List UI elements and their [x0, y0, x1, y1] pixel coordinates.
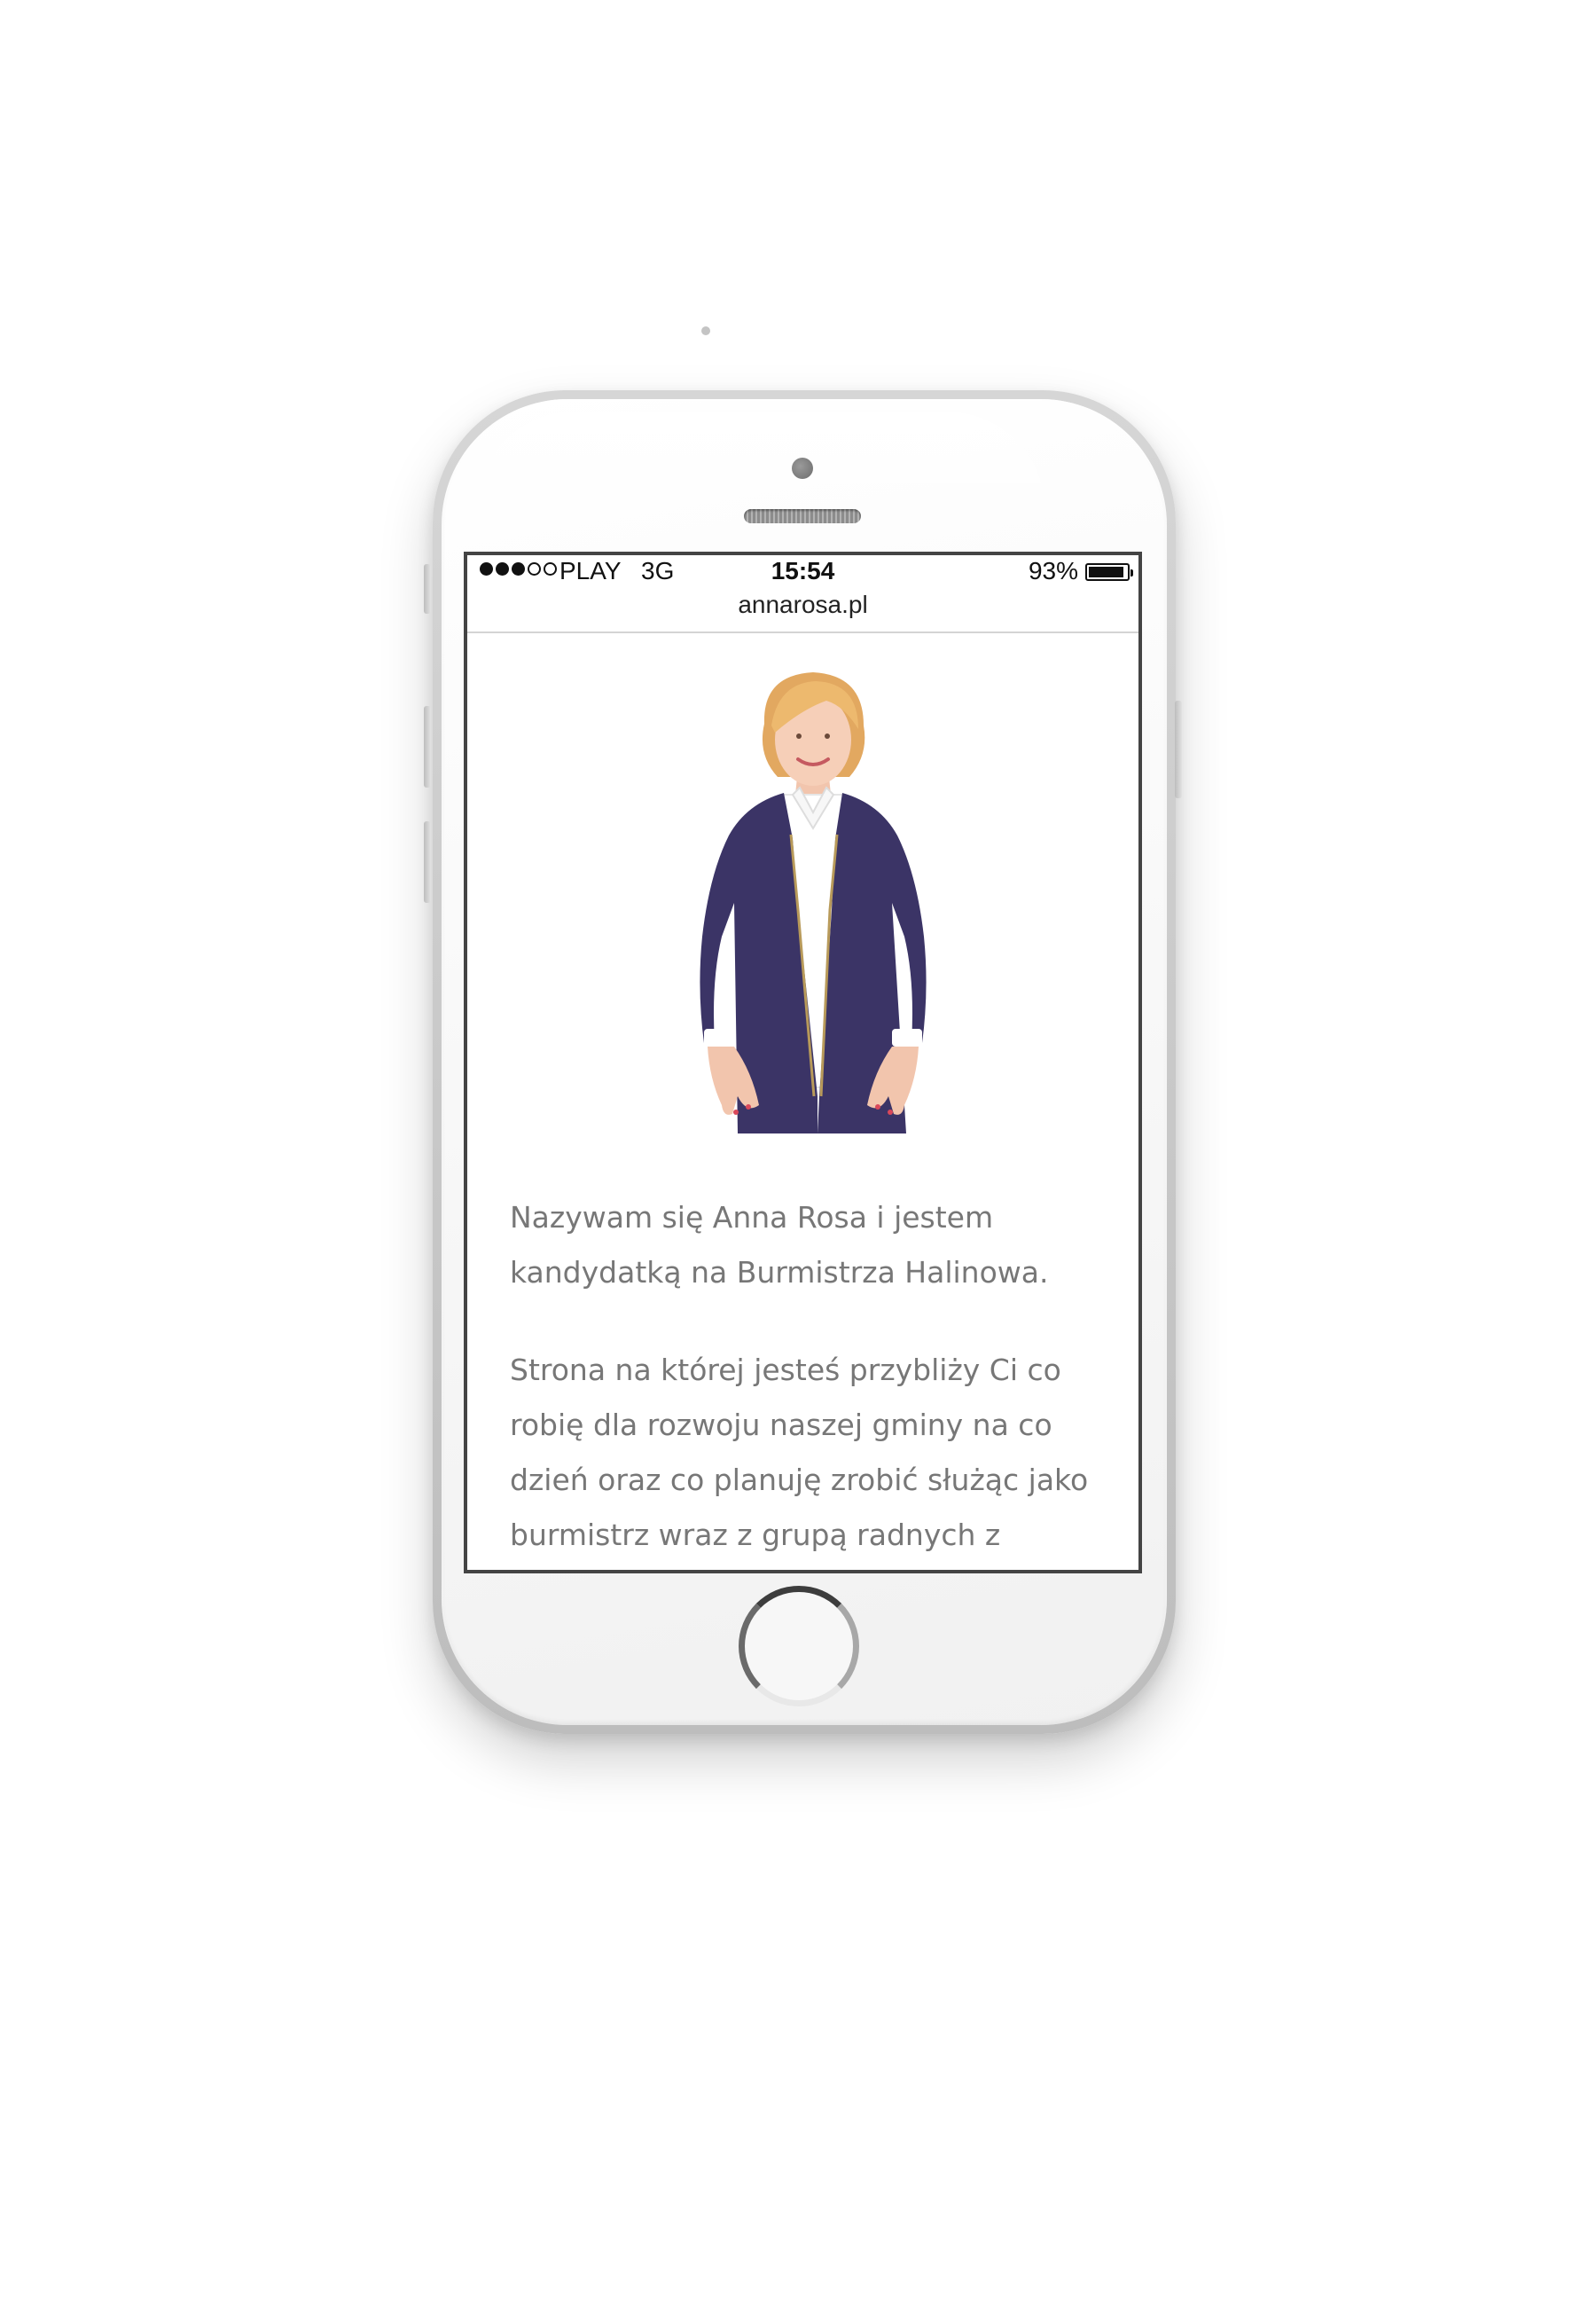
volume-up-button [424, 706, 431, 788]
url-text[interactable]: annarosa.pl [738, 591, 867, 618]
battery-percentage: 93% [1028, 557, 1078, 584]
power-button [1175, 701, 1182, 798]
battery-level-fill [1089, 567, 1124, 577]
intro-paragraph: Nazywam się Anna Rosa i jestem kandydatk… [510, 1200, 1049, 1290]
portrait-cuff-right [892, 1029, 922, 1047]
mute-switch [424, 564, 431, 614]
battery-icon [1085, 563, 1133, 581]
description-paragraph: Strona na której jesteś przybliży Ci co … [510, 1353, 1089, 1552]
portrait-cuff-left [704, 1029, 734, 1047]
portrait-nail [733, 1110, 739, 1115]
portrait-nail [875, 1104, 880, 1110]
portrait-nail [888, 1110, 893, 1115]
portrait-eye [825, 733, 830, 739]
phone-reflection [477, 412, 1044, 509]
front-camera-icon [792, 458, 813, 479]
earpiece-speaker [744, 509, 861, 523]
battery-tip [1130, 569, 1133, 576]
address-bar[interactable]: annarosa.pl [467, 587, 1138, 633]
article-body: Nazywam się Anna Rosa i jestem kandydatk… [510, 1190, 1113, 1570]
portrait-nail [746, 1104, 751, 1110]
candidate-portrait [700, 672, 927, 1133]
phone-screen: PLAY 3G 15:54 93% annarosa.pl Nazywam si… [464, 552, 1142, 1573]
page-background: PLAY 3G 15:54 93% annarosa.pl Nazywam si… [0, 0, 1596, 2306]
status-bar: PLAY 3G 15:54 93% [467, 555, 1138, 587]
portrait-eye [796, 733, 802, 739]
volume-down-button [424, 821, 431, 903]
home-button[interactable] [739, 1586, 859, 1706]
background-dot [701, 326, 710, 335]
